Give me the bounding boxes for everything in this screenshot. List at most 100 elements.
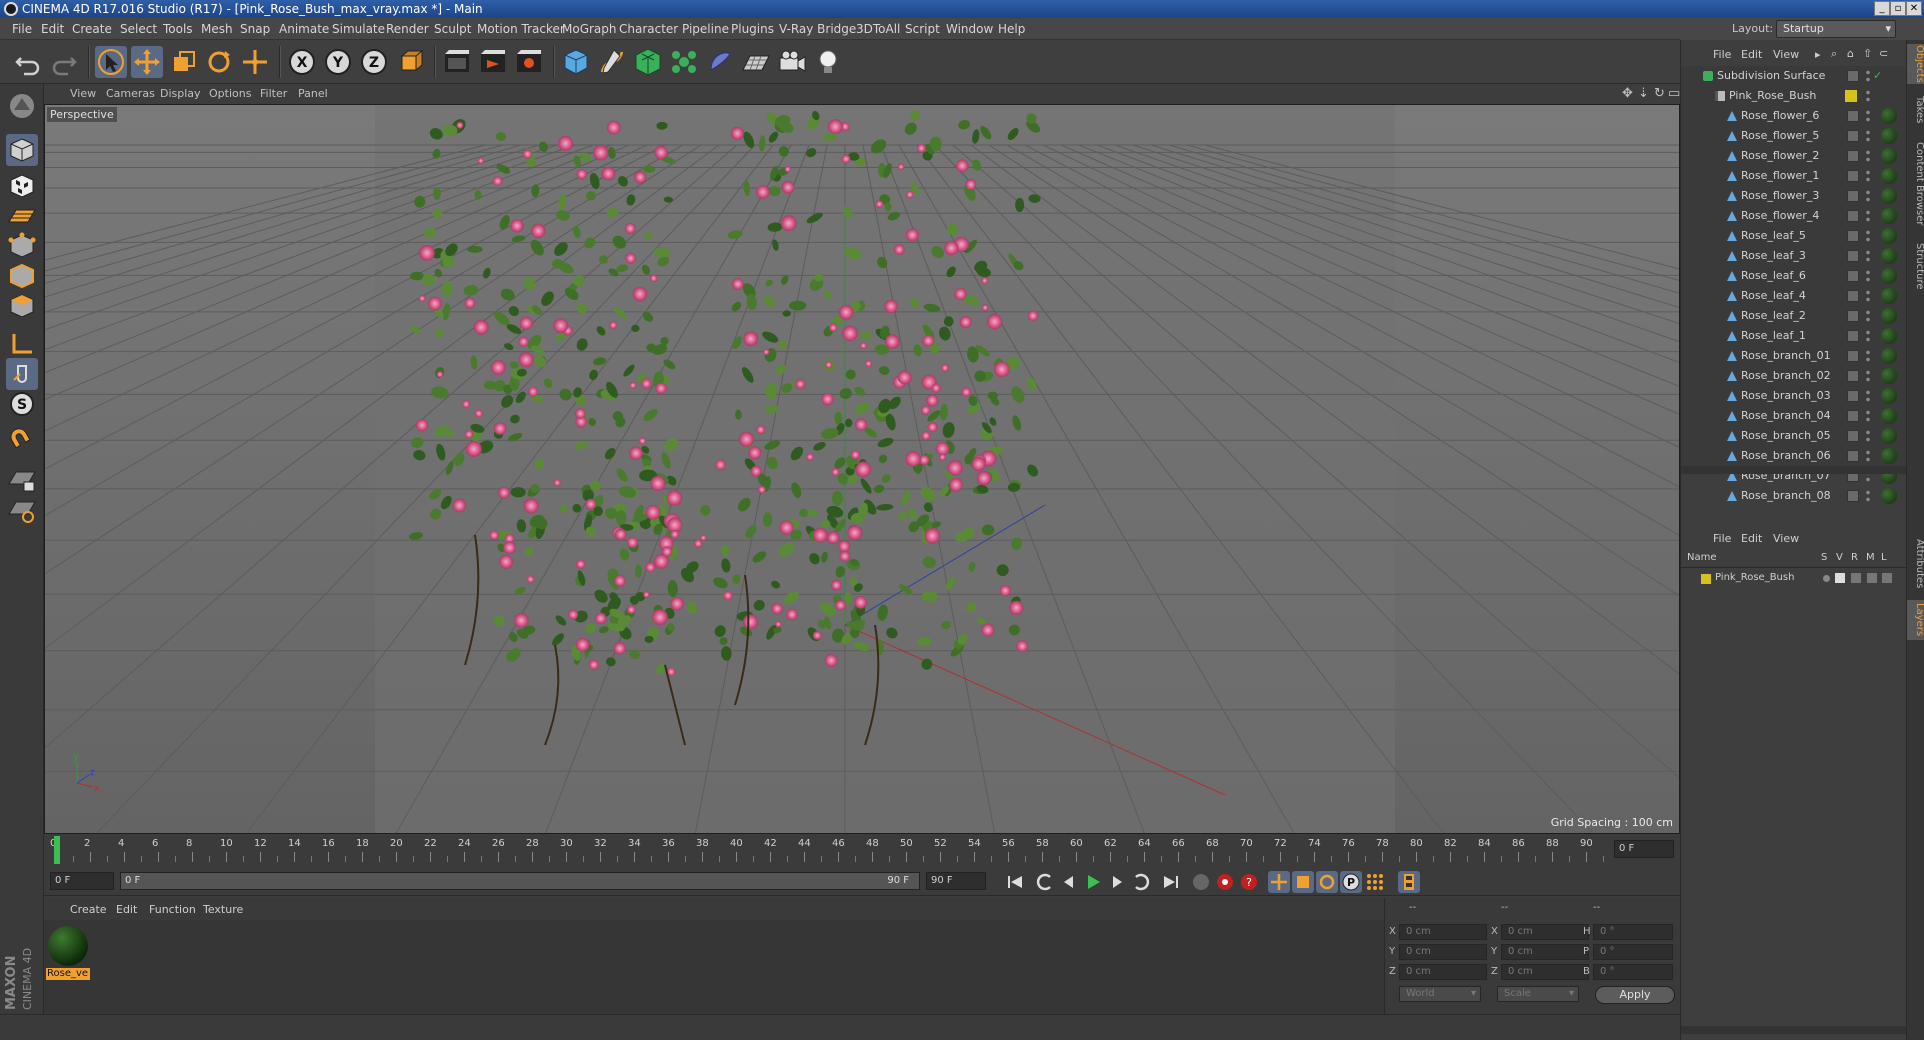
object-row[interactable]: Rose_leaf_4 <box>1681 286 1907 306</box>
object-row[interactable]: Rose_branch_02 <box>1681 366 1907 386</box>
material-tag-icon[interactable] <box>1881 328 1897 344</box>
minimize-button[interactable]: _ <box>1874 1 1890 16</box>
next-frame-icon[interactable] <box>1106 871 1128 893</box>
layer-menu-file[interactable]: File <box>1713 532 1731 545</box>
end-frame-field[interactable]: 90 F <box>926 872 986 890</box>
coordinate-system-icon[interactable] <box>394 46 426 78</box>
object-row[interactable]: Rose_branch_01 <box>1681 346 1907 366</box>
tab-content-browser[interactable]: Content Browser <box>1907 136 1924 232</box>
layer-menu-edit[interactable]: Edit <box>1741 532 1762 545</box>
object-row[interactable]: Rose_leaf_5 <box>1681 226 1907 246</box>
go-to-start-icon[interactable] <box>1004 871 1026 893</box>
tab-objects[interactable]: Objects <box>1907 44 1924 84</box>
rotation-p-field[interactable]: 0 ° <box>1593 944 1673 960</box>
visibility-dots-icon[interactable] <box>1865 429 1871 443</box>
rotate-tool-icon[interactable] <box>203 46 235 78</box>
menu-window[interactable]: Window <box>946 18 993 40</box>
menu-create[interactable]: Create <box>72 18 112 40</box>
menu-select[interactable]: Select <box>120 18 157 40</box>
axis-mode-icon[interactable] <box>6 328 38 360</box>
viewport-menu-options[interactable]: Options <box>209 84 251 104</box>
viewport-menu-display[interactable]: Display <box>160 84 201 104</box>
visibility-dots-icon[interactable] <box>1865 369 1871 383</box>
visibility-dots-icon[interactable] <box>1865 189 1871 203</box>
tweak-mode-icon[interactable] <box>6 358 38 390</box>
object-row[interactable]: Rose_flower_4 <box>1681 206 1907 226</box>
material-tag-icon[interactable] <box>1881 228 1897 244</box>
material-tag-icon[interactable] <box>1881 448 1897 464</box>
visibility-dots-icon[interactable] <box>1865 289 1871 303</box>
viewport-zoom-icon[interactable]: ⇣ <box>1638 84 1649 104</box>
material-tag-icon[interactable] <box>1881 308 1897 324</box>
position-z-field[interactable]: 0 cm <box>1399 964 1487 980</box>
visibility-dots-icon[interactable] <box>1865 329 1871 343</box>
material-tag-icon[interactable] <box>1881 128 1897 144</box>
object-row[interactable]: Rose_flower_2 <box>1681 146 1907 166</box>
object-row[interactable]: Rose_branch_08 <box>1681 486 1907 506</box>
texture-mode-icon[interactable] <box>6 170 38 202</box>
workplane-mode-icon[interactable] <box>6 200 38 232</box>
rotation-h-field[interactable]: 0 ° <box>1593 924 1673 940</box>
menu-vray-bridge[interactable]: V-Ray Bridge <box>779 18 856 40</box>
timeline-ruler[interactable]: 0246810121416182022242628303234363840424… <box>44 836 1680 866</box>
subdivision-surface-icon[interactable] <box>632 46 664 78</box>
material-tag-icon[interactable] <box>1881 208 1897 224</box>
object-edit-toggle-icon[interactable] <box>1847 430 1859 442</box>
playhead[interactable] <box>54 836 60 864</box>
close-button[interactable]: ✕ <box>1906 1 1922 16</box>
object-menu-edit[interactable]: Edit <box>1741 48 1762 61</box>
layer-list-scrollbar[interactable] <box>1681 1026 1907 1034</box>
maximize-button[interactable]: ▫ <box>1890 1 1906 16</box>
key-point-level-icon[interactable] <box>1364 871 1386 893</box>
layer-solo-toggle[interactable] <box>1823 575 1830 582</box>
object-row[interactable]: Rose_leaf_3 <box>1681 246 1907 266</box>
menu-plugins[interactable]: Plugins <box>731 18 774 40</box>
layer-manager-toggle[interactable] <box>1867 573 1877 583</box>
material-tag-icon[interactable] <box>1881 348 1897 364</box>
visibility-dots-icon[interactable] <box>1865 269 1871 283</box>
visibility-dots-icon[interactable] <box>1865 109 1871 123</box>
play-icon[interactable] <box>1082 871 1104 893</box>
menu-animate[interactable]: Animate <box>279 18 329 40</box>
viewport-menu-panel[interactable]: Panel <box>298 84 328 104</box>
material-tag-icon[interactable] <box>1881 388 1897 404</box>
object-edit-toggle-icon[interactable] <box>1847 290 1859 302</box>
record-keys-disabled-icon[interactable] <box>1190 871 1212 893</box>
object-edit-toggle-icon[interactable] <box>1847 450 1859 462</box>
material-tag-icon[interactable] <box>1881 188 1897 204</box>
menu-render[interactable]: Render <box>386 18 429 40</box>
visibility-dots-icon[interactable] <box>1865 389 1871 403</box>
viewport-menu-cameras[interactable]: Cameras <box>106 84 155 104</box>
material-tag-icon[interactable] <box>1881 248 1897 264</box>
workplane-icon[interactable] <box>6 494 38 526</box>
visibility-dots-icon[interactable] <box>1865 69 1871 83</box>
visibility-dots-icon[interactable] <box>1865 209 1871 223</box>
object-row[interactable]: Rose_branch_04 <box>1681 406 1907 426</box>
menu-mesh[interactable]: Mesh <box>201 18 233 40</box>
timeline-window-icon[interactable] <box>1398 871 1420 893</box>
size-mode-dropdown[interactable]: Scale ▾ <box>1497 986 1579 1002</box>
coordinate-space-dropdown[interactable]: World ▾ <box>1399 986 1481 1002</box>
menu-motion-tracker[interactable]: Motion Tracker <box>477 18 565 40</box>
object-row[interactable]: Rose_branch_03 <box>1681 386 1907 406</box>
object-edit-toggle-icon[interactable] <box>1847 190 1859 202</box>
object-edit-toggle-icon[interactable] <box>1847 70 1859 82</box>
record-active-objects-icon[interactable] <box>1214 871 1236 893</box>
object-edit-toggle-icon[interactable] <box>1847 170 1859 182</box>
material-tag-icon[interactable] <box>1881 108 1897 124</box>
object-edit-toggle-icon[interactable] <box>1847 370 1859 382</box>
edges-mode-icon[interactable] <box>6 260 38 292</box>
key-position-icon[interactable] <box>1268 871 1290 893</box>
visibility-dots-icon[interactable] <box>1865 409 1871 423</box>
object-edit-toggle-icon[interactable] <box>1847 310 1859 322</box>
viewport-maximize-icon[interactable]: ▭ <box>1668 84 1680 104</box>
layout-dropdown[interactable]: Startup ▾ <box>1776 20 1896 38</box>
visibility-dots-icon[interactable] <box>1865 149 1871 163</box>
object-row[interactable]: Rose_flower_5 <box>1681 126 1907 146</box>
material-menu-texture[interactable]: Texture <box>203 903 243 916</box>
object-edit-toggle-icon[interactable] <box>1847 210 1859 222</box>
lock-icon[interactable]: ⊂ <box>1879 47 1888 60</box>
tab-structure[interactable]: Structure <box>1907 238 1924 294</box>
object-edit-toggle-icon[interactable] <box>1847 150 1859 162</box>
undo-icon[interactable] <box>12 46 44 78</box>
